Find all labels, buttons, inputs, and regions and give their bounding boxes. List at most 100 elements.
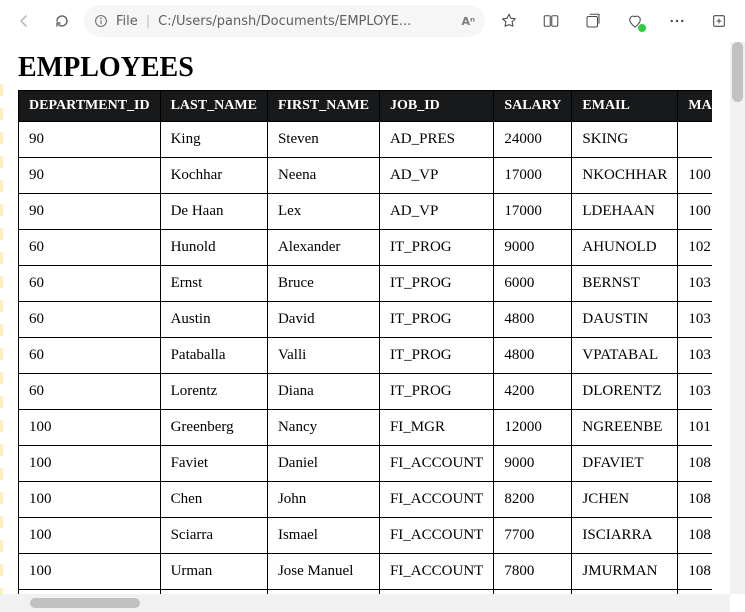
- cell: Neena: [267, 158, 379, 194]
- column-header: MANAGER_ID: [678, 91, 712, 122]
- cell: IT_PROG: [379, 338, 493, 374]
- vertical-scrollbar[interactable]: [730, 42, 745, 594]
- cell: 103: [678, 374, 712, 410]
- cell: 100: [678, 158, 712, 194]
- collections-icon: [584, 12, 602, 30]
- cell: 17000: [494, 194, 572, 230]
- arrow-left-icon: [16, 13, 32, 29]
- performance-button[interactable]: [617, 5, 653, 37]
- cell: 100: [19, 410, 161, 446]
- table-row: 100GreenbergNancyFI_MGR12000NGREENBE101: [19, 410, 713, 446]
- cell: 103: [678, 302, 712, 338]
- table-row: 100FavietDanielFI_ACCOUNT9000DFAVIET108: [19, 446, 713, 482]
- table-body: 90KingStevenAD_PRES24000SKING90KochharNe…: [19, 122, 713, 595]
- cell: 108: [678, 554, 712, 590]
- table-row: 90KingStevenAD_PRES24000SKING: [19, 122, 713, 158]
- back-button[interactable]: [8, 5, 40, 37]
- cell: Alexander: [267, 230, 379, 266]
- star-icon: [500, 12, 518, 30]
- cell: AD_PRES: [379, 122, 493, 158]
- browser-toolbar: File | C:/Users/pansh/Documents/EMPLOYE.…: [0, 0, 745, 42]
- cell: Valli: [267, 338, 379, 374]
- cell: 100: [19, 554, 161, 590]
- cell: DLORENTZ: [572, 374, 678, 410]
- refresh-button[interactable]: [46, 5, 78, 37]
- cell: Bruce: [267, 266, 379, 302]
- cell: Ernst: [160, 266, 267, 302]
- cell: 7700: [494, 518, 572, 554]
- cell: 100: [19, 482, 161, 518]
- table-row: 100ChenJohnFI_ACCOUNT8200JCHEN108: [19, 482, 713, 518]
- address-separator: |: [146, 14, 150, 29]
- column-header: SALARY: [494, 91, 572, 122]
- column-header: JOB_ID: [379, 91, 493, 122]
- cell: 103: [678, 338, 712, 374]
- cell: Chen: [160, 482, 267, 518]
- cell: 9000: [494, 230, 572, 266]
- cell: 9000: [494, 446, 572, 482]
- cell: 100: [678, 194, 712, 230]
- cell: 24000: [494, 122, 572, 158]
- table-container: DEPARTMENT_IDLAST_NAMEFIRST_NAMEJOB_IDSA…: [18, 90, 712, 594]
- cell: 100: [19, 518, 161, 554]
- cell: 100: [19, 446, 161, 482]
- cell: 7800: [494, 554, 572, 590]
- table-header-row: DEPARTMENT_IDLAST_NAMEFIRST_NAMEJOB_IDSA…: [19, 91, 713, 122]
- cell: FI_ACCOUNT: [379, 554, 493, 590]
- cell: Daniel: [267, 446, 379, 482]
- cell: FI_MGR: [379, 410, 493, 446]
- cell: 60: [19, 302, 161, 338]
- read-aloud-label[interactable]: Aⁿ: [461, 15, 475, 28]
- cell: IT_PROG: [379, 266, 493, 302]
- cell: FI_ACCOUNT: [379, 482, 493, 518]
- cell: 101: [678, 410, 712, 446]
- cell: 90: [19, 158, 161, 194]
- cell: De Haan: [160, 194, 267, 230]
- table-row: 90KochharNeenaAD_VP17000NKOCHHAR100: [19, 158, 713, 194]
- cell: 108: [678, 482, 712, 518]
- cell: Nancy: [267, 410, 379, 446]
- table-row: 100UrmanJose ManuelFI_ACCOUNT7800JMURMAN…: [19, 554, 713, 590]
- open-new-window-button[interactable]: [701, 5, 737, 37]
- cell: Urman: [160, 554, 267, 590]
- address-scheme: File: [116, 14, 138, 29]
- table-row: 100SciarraIsmaelFI_ACCOUNT7700ISCIARRA10…: [19, 518, 713, 554]
- cell: 12000: [494, 410, 572, 446]
- cell: 60: [19, 266, 161, 302]
- cell: DFAVIET: [572, 446, 678, 482]
- cell: Greenberg: [160, 410, 267, 446]
- column-header: EMAIL: [572, 91, 678, 122]
- refresh-icon: [54, 13, 70, 29]
- cell: BERNST: [572, 266, 678, 302]
- table-row: 60LorentzDianaIT_PROG4200DLORENTZ103: [19, 374, 713, 410]
- cell: NKOCHHAR: [572, 158, 678, 194]
- cell: 4800: [494, 338, 572, 374]
- cell: 8200: [494, 482, 572, 518]
- cell: Diana: [267, 374, 379, 410]
- cell: IT_PROG: [379, 374, 493, 410]
- cell: King: [160, 122, 267, 158]
- page-viewport: EMPLOYEES DEPARTMENT_IDLAST_NAMEFIRST_NA…: [0, 42, 745, 612]
- cell: Lex: [267, 194, 379, 230]
- favorite-button[interactable]: [491, 5, 527, 37]
- cell: SKING: [572, 122, 678, 158]
- cell: IT_PROG: [379, 302, 493, 338]
- cell: John: [267, 482, 379, 518]
- split-screen-button[interactable]: [533, 5, 569, 37]
- horizontal-scrollbar[interactable]: [0, 594, 730, 612]
- cell: VPATABAL: [572, 338, 678, 374]
- employees-table: DEPARTMENT_IDLAST_NAMEFIRST_NAMEJOB_IDSA…: [18, 90, 712, 594]
- horizontal-scroll-thumb[interactable]: [30, 598, 140, 608]
- page-title: EMPLOYEES: [18, 52, 712, 84]
- cell: ISCIARRA: [572, 518, 678, 554]
- table-row: 60HunoldAlexanderIT_PROG9000AHUNOLD102: [19, 230, 713, 266]
- more-button[interactable]: [659, 5, 695, 37]
- column-header: DEPARTMENT_ID: [19, 91, 161, 122]
- cell: David: [267, 302, 379, 338]
- cell: Hunold: [160, 230, 267, 266]
- collections-button[interactable]: [575, 5, 611, 37]
- address-bar[interactable]: File | C:/Users/pansh/Documents/EMPLOYE.…: [84, 5, 485, 37]
- cell: 90: [19, 194, 161, 230]
- vertical-scroll-thumb[interactable]: [732, 42, 743, 102]
- cell: 17000: [494, 158, 572, 194]
